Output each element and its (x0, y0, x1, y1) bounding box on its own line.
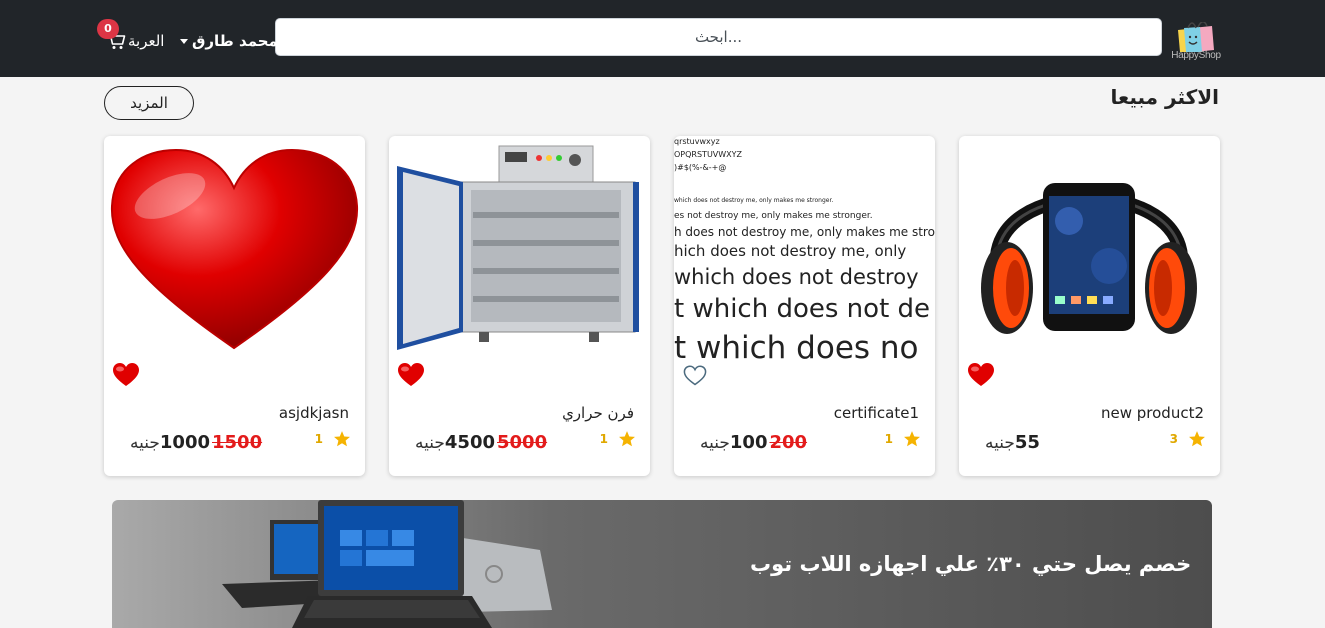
product-name[interactable]: فرن حراري (562, 404, 634, 422)
old-price: 5000 (497, 432, 548, 453)
banner-text: خصم يصل حتي ٣٠٪ علي اجهازه اللاب توب (750, 552, 1192, 576)
headphones-phone-image (981, 183, 1197, 334)
product-image[interactable] (959, 136, 1220, 366)
rating-count: 1 (314, 432, 323, 446)
happyshop-logo[interactable]: HappyShop (1168, 10, 1224, 64)
old-price: 200 (769, 432, 808, 453)
laptop-discount-banner[interactable]: خصم يصل حتي ٣٠٪ علي اجهازه اللاب توب (112, 500, 1212, 628)
currency-label: جنيه (415, 433, 445, 453)
product-price: جنيه 4500 5000 (409, 432, 547, 453)
specimen-line: )#$(%-&-+@ (674, 163, 727, 172)
best-sellers-title: الاكثر مبيعا (1110, 85, 1219, 109)
product-price: جنيه 55 (979, 432, 1040, 453)
star-icon (1189, 431, 1205, 447)
currency-label: جنيه (130, 433, 160, 453)
specimen-line: t which does no (674, 330, 919, 366)
specimen-line: h does not destroy me, only makes me str… (674, 225, 935, 239)
specimen-line: OPQRSTUVWXYZ (674, 150, 743, 159)
product-rating: 1 (885, 430, 921, 448)
rating-count: 3 (1169, 432, 1178, 446)
search-input[interactable] (275, 18, 1162, 56)
product-price: جنيه 1000 1500 (124, 432, 262, 453)
specimen-line: qrstuvwxyz (674, 137, 720, 146)
specimen-line: hich does not destroy me, only (674, 242, 907, 260)
caret-down-icon (180, 38, 188, 44)
specimen-line: which does not destroy me, only makes me… (674, 197, 834, 204)
favorite-heart-icon[interactable] (397, 362, 425, 388)
product-rating: 1 (600, 430, 636, 448)
product-image[interactable] (389, 136, 650, 366)
red-heart-image (110, 148, 359, 350)
logo-text: HappyShop (1171, 50, 1221, 61)
star-icon (904, 431, 920, 447)
product-image[interactable] (104, 136, 365, 366)
shopping-bag-logo-icon (1178, 22, 1214, 52)
favorite-heart-icon[interactable] (967, 362, 995, 388)
current-price: 100 (729, 432, 768, 453)
currency-label: جنيه (700, 433, 730, 453)
star-icon (334, 431, 350, 447)
product-name[interactable]: new product2 (1101, 404, 1204, 422)
product-rating: 1 (315, 430, 351, 448)
laptops-image (222, 500, 552, 628)
product-card[interactable]: فرن حراري 1 جنيه 4500 5000 (389, 136, 650, 476)
favorite-outline-heart-icon[interactable] (683, 365, 707, 387)
product-name[interactable]: asjdkjasn (279, 404, 349, 422)
specimen-line: which does not destroy (674, 265, 919, 289)
specimen-line: es not destroy me, only makes me stronge… (674, 211, 873, 221)
current-price: 4500 (444, 432, 495, 453)
product-card[interactable]: new product2 3 جنيه 55 (959, 136, 1220, 476)
currency-label: جنيه (985, 433, 1015, 453)
product-card[interactable]: qrstuvwxyz OPQRSTUVWXYZ )#$(%-&-+@ which… (674, 136, 935, 476)
specimen-line: t which does not de (674, 294, 931, 324)
current-price: 1000 (159, 432, 210, 453)
product-price: جنيه 100 200 (694, 432, 807, 453)
cart-count-badge: 0 (97, 19, 119, 39)
oven-image (397, 145, 639, 350)
old-price: 1500 (212, 432, 263, 453)
user-menu-dropdown[interactable]: محمد طارق (180, 29, 278, 53)
star-icon (619, 431, 635, 447)
favorite-heart-icon[interactable] (112, 362, 140, 388)
current-price: 55 (1014, 432, 1040, 453)
user-name: محمد طارق (192, 32, 278, 50)
top-navbar: HappyShop محمد طارق العربة 0 (0, 0, 1325, 77)
product-card[interactable]: asjdkjasn 1 جنيه 1000 1500 (104, 136, 365, 476)
more-button[interactable]: المزيد (104, 86, 194, 120)
rating-count: 1 (884, 432, 893, 446)
cart-label: العربة (128, 32, 165, 50)
product-image[interactable]: qrstuvwxyz OPQRSTUVWXYZ )#$(%-&-+@ which… (674, 136, 935, 366)
product-rating: 3 (1170, 430, 1206, 448)
rating-count: 1 (599, 432, 608, 446)
product-name[interactable]: certificate1 (834, 404, 919, 422)
